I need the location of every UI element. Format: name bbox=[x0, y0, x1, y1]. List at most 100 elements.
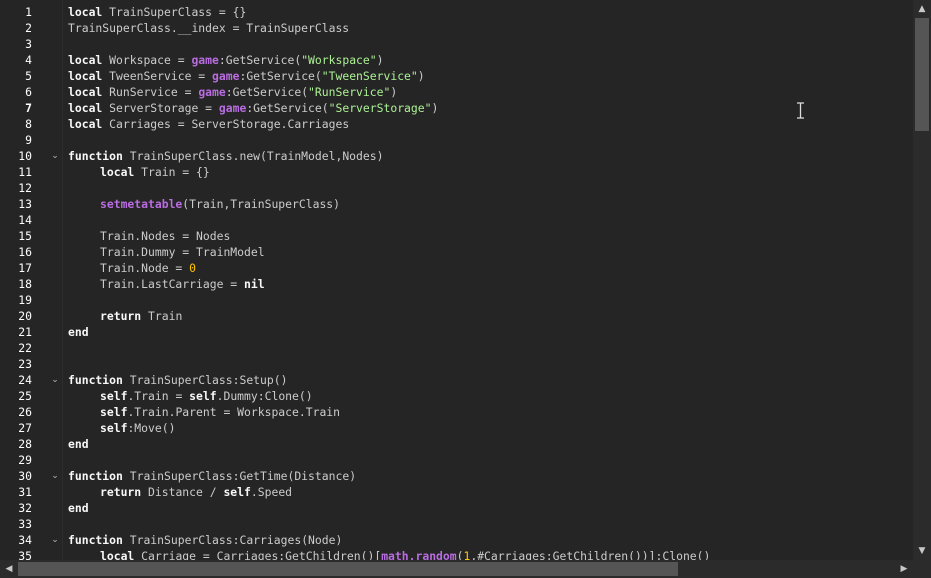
code-token: TweenService = bbox=[102, 69, 213, 83]
script-editor[interactable]: 1 local TrainSuperClass = {} 2 TrainSuperCl… bbox=[0, 0, 931, 578]
line-number: 28 bbox=[18, 437, 32, 451]
code-line[interactable]: 28 end bbox=[0, 436, 912, 452]
code-token: TrainSuperClass.__index = TrainSuperClas… bbox=[68, 21, 350, 35]
arrow-right-icon[interactable]: ▶ bbox=[895, 560, 913, 578]
code-token: Carriage = Carriages:GetChildren bbox=[134, 549, 361, 560]
code-line[interactable]: 34 ⌄ function TrainSuperClass:Carriages(No… bbox=[0, 532, 912, 548]
code-token: function bbox=[68, 469, 123, 483]
line-number: 4 bbox=[25, 53, 32, 67]
code-token: .Speed bbox=[250, 485, 293, 499]
vertical-scroll-thumb[interactable] bbox=[915, 18, 929, 131]
code-token: math.random bbox=[381, 549, 457, 560]
horizontal-scroll-thumb[interactable] bbox=[18, 562, 678, 576]
code-line[interactable]: 1 local TrainSuperClass = {} bbox=[0, 4, 912, 20]
arrow-up-icon[interactable]: ▲ bbox=[913, 0, 931, 18]
line-number: 35 bbox=[18, 549, 32, 560]
code-token: () bbox=[696, 549, 711, 560]
code-area[interactable]: 1 local TrainSuperClass = {} 2 TrainSuperCl… bbox=[0, 4, 912, 560]
code-line[interactable]: 20 return Train bbox=[0, 308, 912, 324]
code-line[interactable]: 22 bbox=[0, 340, 912, 356]
code-text: function TrainSuperClass:GetTime(Distanc… bbox=[68, 468, 356, 484]
code-token: RunService = bbox=[102, 85, 199, 99]
code-token: Distance bbox=[294, 469, 350, 483]
code-text: function TrainSuperClass.new(TrainModel,… bbox=[68, 148, 383, 164]
code-token: ) bbox=[376, 53, 384, 67]
line-number: 33 bbox=[18, 517, 32, 531]
code-token: local bbox=[68, 117, 103, 131]
code-line[interactable]: 5 local TweenService = game:GetService("T… bbox=[0, 68, 912, 84]
code-line[interactable]: 30 ⌄ function TrainSuperClass:GetTime(Dist… bbox=[0, 468, 912, 484]
chevron-down-icon[interactable]: ⌄ bbox=[50, 468, 60, 484]
code-token: .Dummy:Clone bbox=[216, 389, 299, 403]
code-token: ServerStorage = bbox=[102, 101, 219, 115]
line-number: 11 bbox=[18, 165, 32, 179]
code-line[interactable]: 3 bbox=[0, 36, 912, 52]
code-line[interactable]: 2 TrainSuperClass.__index = TrainSuperCla… bbox=[0, 20, 912, 36]
code-text: local Train = {} bbox=[100, 164, 210, 180]
code-line[interactable]: 11 local Train = {} bbox=[0, 164, 912, 180]
code-line[interactable]: 14 bbox=[0, 212, 912, 228]
code-line[interactable]: 13 setmetatable(Train,TrainSuperClass) bbox=[0, 196, 912, 212]
vertical-scrollbar[interactable]: ▲ ▼ bbox=[913, 0, 931, 560]
code-line[interactable]: 17 Train.Node = 0 bbox=[0, 260, 912, 276]
code-line[interactable]: 6 local RunService = game:GetService("Run… bbox=[0, 84, 912, 100]
code-token: "Workspace" bbox=[301, 53, 377, 67]
code-line[interactable]: 29 bbox=[0, 452, 912, 468]
chevron-down-icon[interactable]: ⌄ bbox=[50, 148, 60, 164]
code-line[interactable]: 35 local Carriage = Carriages:GetChildren… bbox=[0, 548, 912, 560]
line-number: 3 bbox=[25, 37, 32, 51]
code-token: Train,TrainSuperClass bbox=[189, 197, 334, 211]
horizontal-scrollbar[interactable]: ◀ ▶ bbox=[0, 560, 913, 578]
code-token: () bbox=[298, 389, 313, 403]
code-line[interactable]: 8 local Carriages = ServerStorage.Carriag… bbox=[0, 116, 912, 132]
code-line[interactable]: 15 Train.Nodes = Nodes bbox=[0, 228, 912, 244]
line-number: 6 bbox=[25, 85, 32, 99]
code-token: ) bbox=[417, 69, 425, 83]
code-text: local TweenService = game:GetService("Tw… bbox=[68, 68, 425, 84]
code-line[interactable]: 23 bbox=[0, 356, 912, 372]
code-token: local bbox=[100, 549, 135, 560]
code-line[interactable]: 27 self:Move() bbox=[0, 420, 912, 436]
code-token: :GetService bbox=[218, 53, 295, 67]
code-line[interactable]: 16 Train.Dummy = TrainModel bbox=[0, 244, 912, 260]
code-line[interactable]: 33 bbox=[0, 516, 912, 532]
code-token: local bbox=[68, 85, 103, 99]
code-token: Node bbox=[308, 533, 336, 547]
arrow-down-icon[interactable]: ▼ bbox=[913, 542, 931, 560]
code-token: {} bbox=[232, 5, 247, 19]
code-text: Train.Nodes = Nodes bbox=[100, 228, 230, 244]
code-line[interactable]: 21 end bbox=[0, 324, 912, 340]
code-line[interactable]: 32 end bbox=[0, 500, 912, 516]
code-token: Distance / bbox=[141, 485, 224, 499]
code-line[interactable]: 18 Train.LastCarriage = nil bbox=[0, 276, 912, 292]
code-line[interactable]: 4 local Workspace = game:GetService("Work… bbox=[0, 52, 912, 68]
line-number: 7 bbox=[25, 101, 32, 115]
code-line[interactable]: 24 ⌄ function TrainSuperClass:Setup() bbox=[0, 372, 912, 388]
code-text: Train.Dummy = TrainModel bbox=[100, 244, 265, 260]
code-token: self bbox=[100, 421, 128, 435]
code-line[interactable]: 12 bbox=[0, 180, 912, 196]
code-token: :Clone bbox=[655, 549, 697, 560]
code-line[interactable]: 7 local ServerStorage = game:GetService("… bbox=[0, 100, 912, 116]
code-line[interactable]: 19 bbox=[0, 292, 912, 308]
code-text: Train.LastCarriage = nil bbox=[100, 276, 265, 292]
chevron-down-icon[interactable]: ⌄ bbox=[50, 532, 60, 548]
line-number: 31 bbox=[18, 485, 32, 499]
code-line[interactable]: 31 return Distance / self.Speed bbox=[0, 484, 912, 500]
code-token: local bbox=[68, 101, 103, 115]
code-text: self:Move() bbox=[100, 420, 175, 436]
code-line[interactable]: 25 self.Train = self.Dummy:Clone() bbox=[0, 388, 912, 404]
code-text: setmetatable(Train,TrainSuperClass) bbox=[100, 196, 340, 212]
code-line[interactable]: 9 bbox=[0, 132, 912, 148]
code-token: return bbox=[100, 485, 142, 499]
arrow-left-icon[interactable]: ◀ bbox=[0, 560, 18, 578]
chevron-down-icon[interactable]: ⌄ bbox=[50, 372, 60, 388]
code-token: () bbox=[273, 373, 288, 387]
code-line[interactable]: 10 ⌄ function TrainSuperClass.new(TrainMod… bbox=[0, 148, 912, 164]
line-number: 32 bbox=[18, 501, 32, 515]
line-number: 1 bbox=[25, 5, 32, 19]
code-token: game bbox=[198, 85, 226, 99]
line-number: 17 bbox=[18, 261, 32, 275]
code-line[interactable]: 26 self.Train.Parent = Workspace.Train bbox=[0, 404, 912, 420]
text-cursor-icon bbox=[797, 102, 804, 119]
